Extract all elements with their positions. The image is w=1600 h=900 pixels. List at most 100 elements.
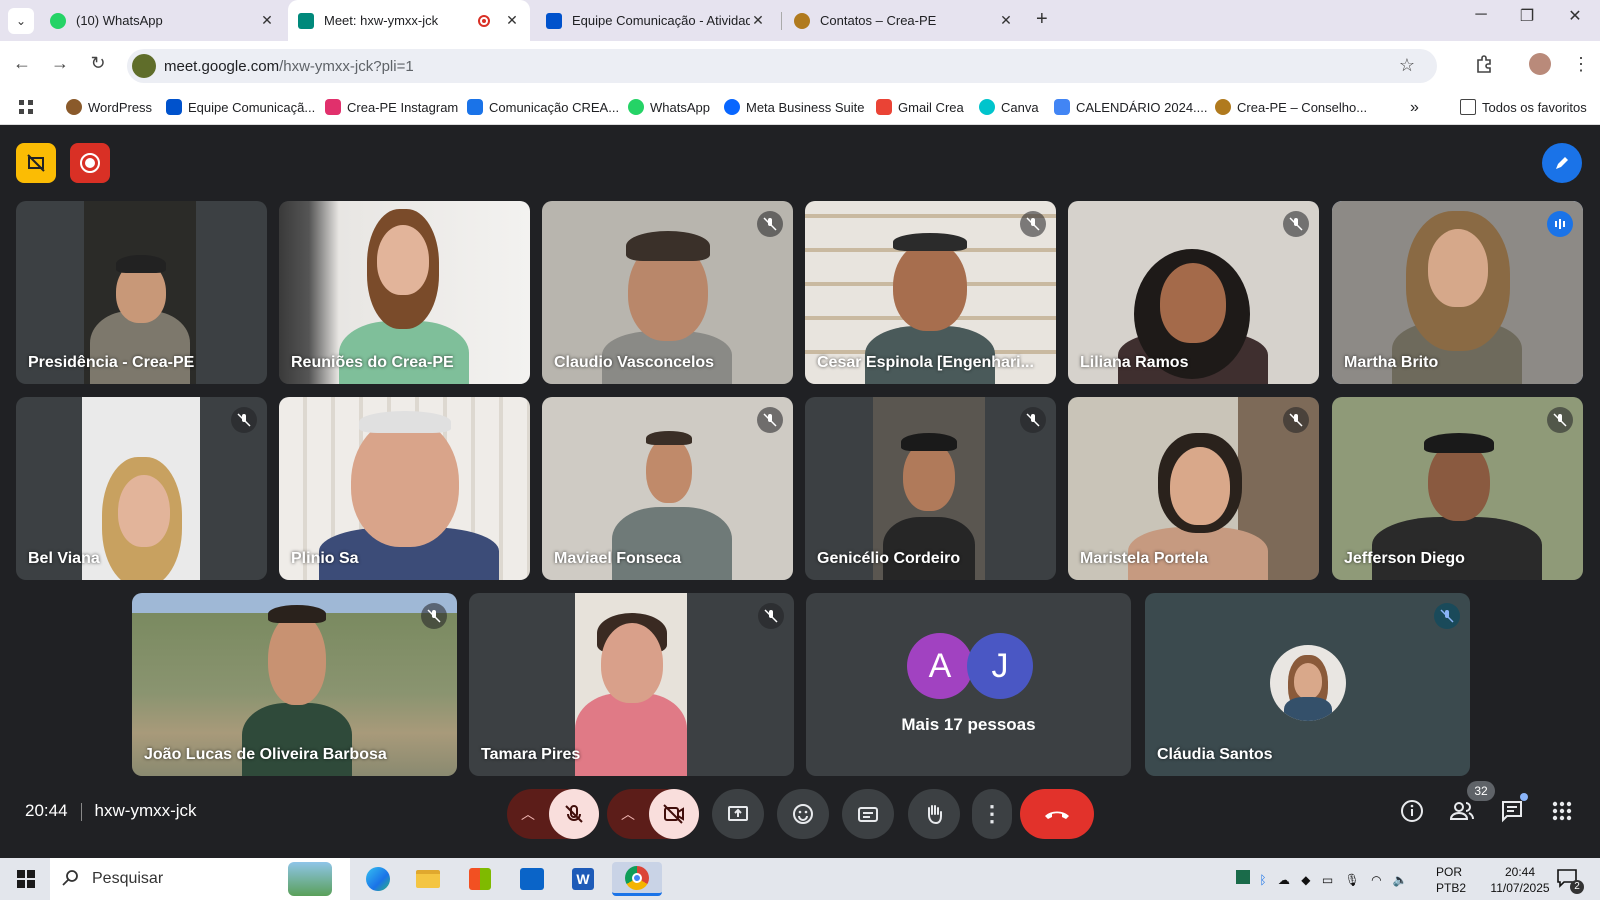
meeting-details-button[interactable]	[1392, 791, 1432, 831]
tab-meet[interactable]: Meet: hxw-ymxx-jck ✕	[288, 0, 530, 41]
participant-tile[interactable]: Reuniões do Crea-PE	[279, 201, 530, 384]
bluetooth-icon[interactable]: ᛒ	[1259, 873, 1266, 887]
participant-name: Martha Brito	[1344, 354, 1439, 371]
mic-options-chevron-icon[interactable]: ︿	[507, 789, 549, 839]
bookmark-canva[interactable]: Canva	[979, 99, 1039, 115]
participant-name: Genicélio Cordeiro	[817, 550, 961, 567]
tab-label: Equipe Comunicação - Atividad	[572, 13, 750, 28]
camera-options-chevron-icon[interactable]: ︿	[607, 789, 649, 839]
tab-contatos[interactable]: Contatos – Crea-PE ✕	[784, 0, 1024, 41]
reload-icon[interactable]: ↻	[86, 53, 110, 74]
address-bar[interactable]: meet.google.com/hxw-ymxx-jck?pli=1 ☆	[127, 49, 1437, 83]
close-tab-icon[interactable]: ✕	[259, 12, 275, 29]
taskbar-search-box[interactable]: Pesquisar	[50, 858, 350, 900]
participant-tile[interactable]: Jefferson Diego	[1332, 397, 1583, 580]
instagram-icon	[325, 99, 341, 115]
pen-icon[interactable]	[1542, 143, 1582, 183]
captions-button[interactable]	[842, 789, 894, 839]
outlook-icon[interactable]	[512, 862, 552, 896]
present-screen-button[interactable]	[712, 789, 764, 839]
close-tab-icon[interactable]: ✕	[750, 12, 766, 29]
tab-label: Meet: hxw-ymxx-jck	[324, 13, 439, 28]
wifi-icon[interactable]: ◠	[1371, 873, 1381, 887]
app-tray-icon[interactable]	[1236, 870, 1250, 884]
bookmark-crea-pe[interactable]: Crea-PE – Conselho...	[1215, 99, 1367, 115]
participant-tile[interactable]: Tamara Pires	[469, 593, 794, 776]
microsoft-store-icon[interactable]	[460, 862, 500, 896]
profile-avatar[interactable]	[1529, 53, 1551, 75]
raise-hand-button[interactable]	[908, 789, 960, 839]
meet-info-badge[interactable]	[16, 143, 56, 183]
leave-call-button[interactable]	[1020, 789, 1094, 839]
participant-tile[interactable]: Martha Brito	[1332, 201, 1583, 384]
participant-tile[interactable]: Presidência - Crea-PE	[16, 201, 267, 384]
forward-arrow-icon[interactable]: →	[48, 53, 72, 74]
file-explorer-icon[interactable]	[408, 862, 448, 896]
close-tab-icon[interactable]: ✕	[504, 12, 520, 29]
windows-start-icon[interactable]	[6, 862, 46, 896]
browser-menu-icon[interactable]: ⋮	[1572, 54, 1590, 75]
edge-icon[interactable]	[358, 862, 398, 896]
tab-list-chevron-icon[interactable]: ⌄	[8, 8, 34, 34]
more-options-button[interactable]: ⋮	[972, 789, 1012, 839]
participant-tile[interactable]: Cláudia Santos	[1145, 593, 1470, 776]
close-window-icon[interactable]: ✕	[1560, 6, 1590, 26]
notifications-icon[interactable]: 2	[1556, 868, 1584, 894]
muted-mic-icon	[1020, 211, 1046, 237]
participant-tile[interactable]: Bel Viana	[16, 397, 267, 580]
people-button[interactable]	[1442, 791, 1482, 831]
volume-icon[interactable]: 🔈	[1393, 873, 1408, 887]
site-info-icon[interactable]	[132, 54, 156, 78]
new-tab-plus-icon[interactable]: +	[1036, 8, 1048, 31]
bookmark-gmail[interactable]: Gmail Crea	[876, 99, 964, 115]
battery-icon[interactable]: ▭	[1322, 873, 1333, 887]
restore-icon[interactable]: ❐	[1512, 6, 1542, 26]
bookmark-equipe-comunicacao[interactable]: Equipe Comunicaçã...	[166, 99, 315, 115]
participant-tile[interactable]: João Lucas de Oliveira Barbosa	[132, 593, 457, 776]
crea-pe-icon	[794, 12, 810, 29]
system-clock[interactable]: 20:44 11/07/2025	[1480, 864, 1560, 896]
bookmark-wordpress[interactable]: WordPress	[66, 99, 152, 115]
participant-tile[interactable]: Cesar Espinola [Engenhari...	[805, 201, 1056, 384]
microphone-icon[interactable]: 🎙	[1345, 873, 1360, 887]
chat-icon	[1502, 801, 1522, 823]
participant-tile[interactable]: Maviael Fonseca	[542, 397, 793, 580]
more-people-tile[interactable]: A J Mais 17 pessoas	[806, 593, 1131, 776]
security-icon[interactable]: ◆	[1301, 873, 1310, 887]
tray-icons[interactable]: ᛒ ☁ ◆ ▭ 🎙 ◠ 🔈	[1236, 870, 1408, 887]
word-icon[interactable]: W	[563, 862, 603, 896]
participant-tile[interactable]: Claudio Vasconcelos	[542, 201, 793, 384]
bookmark-meta-business[interactable]: Meta Business Suite	[724, 99, 865, 115]
input-language-indicator[interactable]: POR PTB2	[1436, 864, 1466, 896]
all-bookmarks-folder[interactable]: Todos os favoritos	[1460, 99, 1587, 115]
reactions-button[interactable]	[777, 789, 829, 839]
search-highlight-image	[288, 862, 332, 896]
bookmark-calendario[interactable]: CALENDÁRIO 2024....	[1054, 99, 1208, 115]
chrome-icon[interactable]	[612, 862, 662, 896]
network-off-icon[interactable]: ☁	[1278, 873, 1290, 887]
google-docs-icon	[1054, 99, 1070, 115]
recording-indicator-button[interactable]	[70, 143, 110, 183]
bookmark-star-icon[interactable]: ☆	[1399, 55, 1415, 76]
extensions-puzzle-icon[interactable]	[1474, 54, 1494, 79]
bookmark-comunicacao-crea[interactable]: Comunicação CREA...	[467, 99, 619, 115]
activities-button[interactable]	[1542, 791, 1582, 831]
minimize-icon[interactable]: ─	[1466, 6, 1496, 24]
participant-tile[interactable]: Liliana Ramos	[1068, 201, 1319, 384]
bookmark-instagram[interactable]: Crea-PE Instagram	[325, 99, 458, 115]
canva-icon	[979, 99, 995, 115]
tab-whatsapp[interactable]: (10) WhatsApp ✕	[40, 0, 285, 41]
mic-off-button[interactable]	[549, 789, 599, 839]
tab-equipe-comunicacao[interactable]: Equipe Comunicação - Atividad ✕	[536, 0, 776, 41]
chat-button[interactable]	[1492, 791, 1532, 831]
whatsapp-icon	[50, 12, 66, 29]
bookmark-whatsapp[interactable]: WhatsApp	[628, 99, 710, 115]
close-tab-icon[interactable]: ✕	[998, 12, 1014, 29]
participant-tile[interactable]: Genicélio Cordeiro	[805, 397, 1056, 580]
camera-off-button[interactable]	[649, 789, 699, 839]
back-arrow-icon[interactable]: ←	[10, 53, 34, 74]
more-bookmarks-chevron-icon[interactable]: »	[1410, 99, 1419, 117]
participant-tile[interactable]: Maristela Portela	[1068, 397, 1319, 580]
apps-grid-icon[interactable]	[18, 99, 34, 115]
participant-tile[interactable]: Plinio Sa	[279, 397, 530, 580]
